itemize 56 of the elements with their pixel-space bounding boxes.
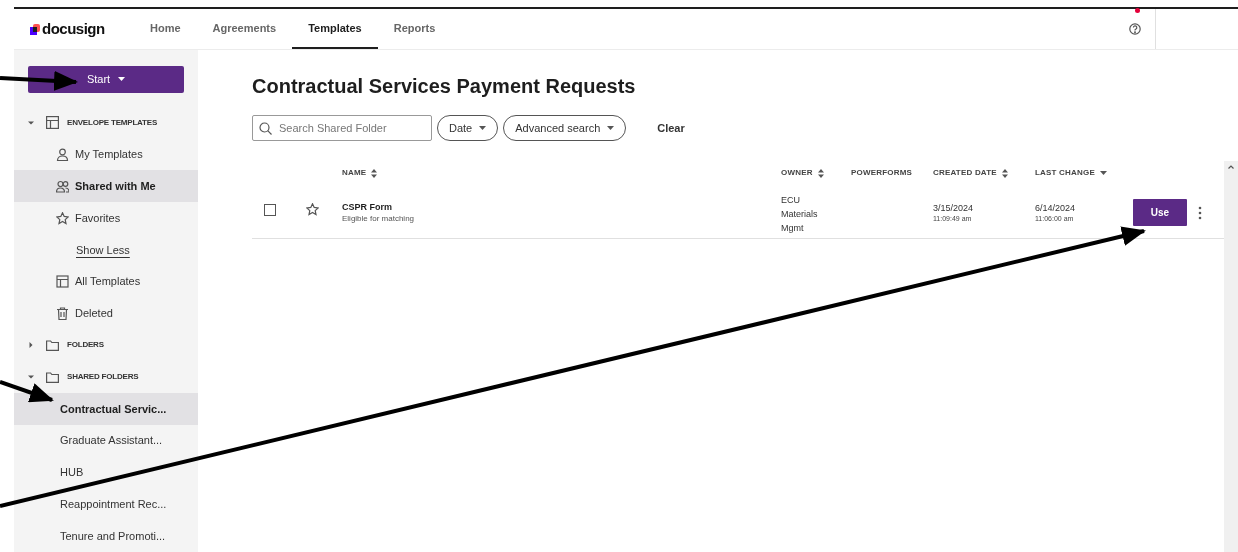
folder-item[interactable]: Reappointment Rec... — [14, 488, 198, 521]
date-cell: 3/15/2024 — [933, 202, 974, 214]
sidebar-item[interactable]: Show Less — [14, 234, 198, 266]
logo-text: docusign — [42, 18, 105, 39]
caret-down-icon — [28, 374, 34, 381]
start-button[interactable]: Start — [28, 66, 184, 93]
tree-section[interactable]: FOLDERS — [14, 329, 198, 362]
star-icon — [56, 211, 69, 225]
row-checkbox[interactable] — [264, 204, 276, 216]
scrollbar[interactable] — [1224, 161, 1238, 552]
nav-tab[interactable]: Agreements — [196, 9, 293, 49]
help-icon — [1129, 23, 1141, 35]
column-header[interactable]: OWNER — [781, 167, 824, 179]
person-icon — [56, 148, 69, 161]
caret-icon — [479, 126, 487, 130]
nav-tab[interactable]: Templates — [292, 9, 378, 49]
scroll-up-icon — [1228, 165, 1234, 169]
sidebar-item[interactable]: Favorites — [14, 202, 198, 234]
folder-icon — [46, 339, 59, 351]
template-name[interactable]: CSPR Form — [342, 201, 642, 213]
folder-item[interactable]: Contractual Servic... — [14, 393, 198, 425]
folder-item[interactable]: Tenure and Promoti... — [14, 520, 198, 552]
column-header[interactable]: LAST CHANGE — [1035, 167, 1107, 179]
search-field[interactable]: Search Shared Folder — [252, 115, 432, 141]
caret-right-icon — [28, 342, 34, 349]
template-description: Eligible for matching — [342, 213, 416, 224]
column-header[interactable]: CREATED DATE — [933, 167, 1008, 179]
folder-item[interactable]: Graduate Assistant... — [14, 424, 198, 457]
page-title: Contractual Services Payment Requests — [252, 74, 637, 98]
folder-icon — [46, 371, 59, 383]
folder-item[interactable]: HUB — [14, 456, 198, 489]
logo-icon — [30, 23, 40, 35]
clear-button[interactable]: Clear — [657, 119, 685, 137]
nav-tab[interactable]: Home — [144, 9, 197, 49]
column-header[interactable]: NAME — [342, 167, 378, 179]
owner-cell-text: ECU Materials Mgmt — [781, 194, 819, 235]
caret-icon — [118, 77, 126, 82]
date-cell: 6/14/2024 — [1035, 202, 1076, 214]
sidebar-item[interactable]: Deleted — [14, 297, 198, 330]
more-icon[interactable] — [1198, 206, 1202, 220]
nav-tab[interactable]: Reports — [377, 9, 452, 49]
tree-section[interactable]: ENVELOPE TEMPLATES — [14, 106, 198, 139]
template-icon — [56, 275, 69, 289]
tree-section[interactable]: SHARED FOLDERS — [14, 361, 198, 393]
caret-down-icon — [28, 119, 34, 126]
people-icon — [56, 179, 69, 193]
star-icon[interactable] — [306, 203, 319, 216]
template-icon — [46, 116, 59, 130]
search-icon — [259, 122, 272, 135]
caret-icon — [607, 126, 615, 130]
sidebar-item[interactable]: All Templates — [14, 265, 198, 298]
trash-icon — [56, 307, 69, 320]
sidebar-item[interactable]: Shared with Me — [14, 170, 198, 203]
sidebar-item[interactable]: My Templates — [14, 138, 198, 171]
use-button[interactable]: Use — [1133, 199, 1187, 226]
column-header[interactable]: POWERFORMS — [851, 167, 913, 179]
